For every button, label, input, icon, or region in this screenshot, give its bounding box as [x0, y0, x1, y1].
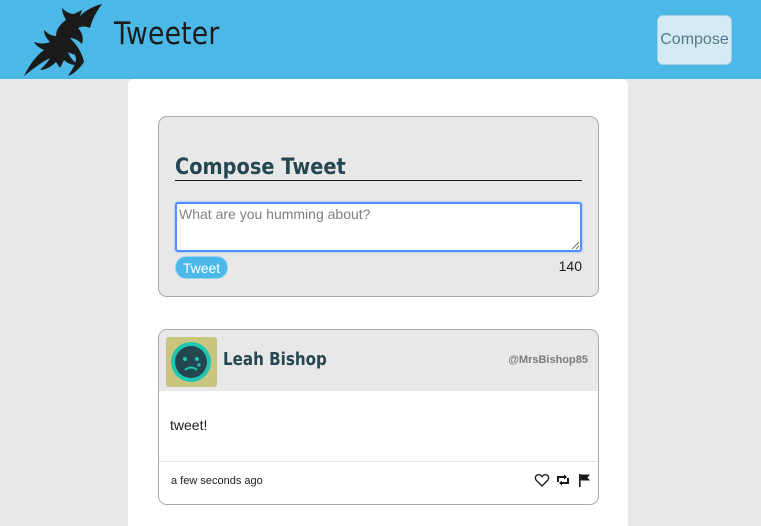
compose-tweet-form: Compose Tweet Tweet 140	[158, 116, 599, 297]
tweet-submit-button[interactable]: Tweet	[175, 256, 228, 279]
tweet-card: Leah Bishop @MrsBishop85 tweet! a few se…	[158, 329, 599, 505]
compose-heading-text: Compose Tweet	[175, 155, 346, 180]
retweet-icon[interactable]	[555, 472, 571, 488]
author-handle: @MrsBishop85	[508, 354, 588, 366]
tweet-timestamp: a few seconds ago	[171, 475, 263, 487]
dragon-icon	[24, 4, 102, 76]
flag-icon[interactable]	[576, 472, 592, 488]
author-name: Leah Bishop	[223, 349, 347, 370]
top-nav-bar: Tweeter Compose	[0, 0, 761, 79]
main-container: Compose Tweet Tweet 140 Leah Bishop @Mrs…	[128, 79, 628, 526]
tweet-text-input[interactable]	[175, 202, 582, 252]
compose-heading: Compose Tweet	[175, 155, 582, 181]
tweet-text: tweet!	[170, 417, 208, 433]
tweet-actions	[534, 472, 592, 488]
tweet-header: Leah Bishop @MrsBishop85	[159, 330, 598, 391]
heart-icon[interactable]	[534, 472, 550, 488]
app-title: Tweeter	[114, 16, 220, 52]
author-name-text: Leah Bishop	[223, 349, 327, 370]
tweet-footer: a few seconds ago	[159, 461, 598, 504]
character-counter: 140	[558, 258, 582, 274]
sad-face-avatar-icon	[166, 337, 217, 387]
compose-button[interactable]: Compose	[657, 15, 732, 65]
